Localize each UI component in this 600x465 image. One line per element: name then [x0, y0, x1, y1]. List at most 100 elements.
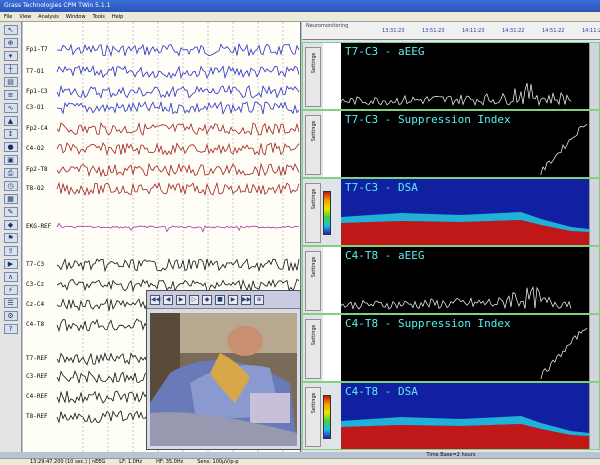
settings-button[interactable]: Settings	[305, 251, 321, 311]
menu-tools[interactable]: Tools	[93, 12, 105, 21]
trend-scrollbar[interactable]	[589, 315, 599, 381]
channel-label[interactable]: Fp1-T7	[25, 46, 49, 53]
settings-label: Settings	[311, 256, 317, 278]
channel-label[interactable]: Fp1-C3	[25, 88, 49, 95]
trend-scrollbar[interactable]	[589, 383, 599, 449]
filter-icon[interactable]: ∿	[3, 103, 18, 113]
help-icon[interactable]: ?	[3, 324, 18, 334]
status-hf: HF: 35.0Hz	[156, 459, 184, 465]
trend-panel-aeeg: Settings T7-C3 - aEEG	[302, 42, 600, 110]
menu-help[interactable]: Help	[112, 12, 123, 21]
zoom-icon[interactable]: ⊕	[3, 38, 18, 48]
dsa-colorbar	[323, 395, 331, 439]
eeg-trace	[56, 257, 300, 273]
channel-label[interactable]: C4-T8	[25, 321, 46, 328]
menu-bar: File View Analysis Window Tools Help	[0, 12, 600, 22]
channel-label[interactable]: C4-REF	[25, 393, 49, 400]
settings-label: Settings	[311, 324, 317, 346]
channel-label[interactable]: T7-O1	[25, 68, 46, 75]
trend-plot[interactable]: C4-T8 - DSA	[341, 383, 589, 449]
trend-scrollbar[interactable]	[589, 247, 599, 313]
time-tick-label: 13:31:23	[382, 28, 405, 34]
eeg-trace	[56, 42, 300, 58]
trend-panel-dsa: Settings T7-C3 - DSA	[302, 178, 600, 246]
marker-icon[interactable]: ▾	[3, 51, 18, 61]
montage-icon[interactable]: ≡	[3, 90, 18, 100]
channel-label[interactable]: C3-Cz	[25, 281, 46, 288]
menu-window[interactable]: Window	[66, 12, 86, 21]
print-icon[interactable]: ⎙	[3, 168, 18, 178]
ruler-icon[interactable]: ┼	[3, 64, 18, 74]
trend-scrollbar[interactable]	[589, 111, 599, 177]
settings-icon[interactable]: ⚙	[3, 311, 18, 321]
time-tick-label: 13:51:23	[422, 28, 445, 34]
spike-icon[interactable]: ∧	[3, 272, 18, 282]
scale-icon[interactable]: ↕	[3, 129, 18, 139]
video-control-button[interactable]: ⊕	[254, 294, 264, 305]
clock-icon[interactable]: ◷	[3, 181, 18, 191]
trend-plot[interactable]: C4-T8 - aEEG	[341, 247, 589, 313]
trend-panel-title: C4-T8 - aEEG	[345, 249, 425, 262]
calendar-icon[interactable]: ▦	[3, 194, 18, 204]
settings-button[interactable]: Settings	[305, 183, 321, 243]
video-control-button[interactable]: ◀	[163, 294, 173, 305]
settings-label: Settings	[311, 188, 317, 210]
channel-label[interactable]: C4-O2	[25, 145, 46, 152]
settings-button[interactable]: Settings	[305, 319, 321, 379]
settings-button[interactable]: Settings	[305, 47, 321, 107]
eeg-trace	[56, 181, 300, 197]
channel-label[interactable]: Fp2-C4	[25, 125, 49, 132]
cursor-icon[interactable]: ↖	[3, 25, 18, 35]
channel-label[interactable]: Fp2-T8	[25, 166, 49, 173]
settings-label: Settings	[311, 52, 317, 74]
channel-label[interactable]: EKG-REF	[25, 223, 53, 230]
trend-panel-si: Settings T7-C3 - Suppression Index	[302, 110, 600, 178]
settings-button[interactable]: Settings	[305, 115, 321, 175]
trend-plot[interactable]: T7-C3 - aEEG	[341, 43, 589, 109]
trend-plot[interactable]: T7-C3 - DSA	[341, 179, 589, 245]
video-window[interactable]: ◀◀ ◀ ▶ ▷ ◆ ■ ▶ ▶▶ ⊕	[146, 290, 301, 450]
video-control-button[interactable]: ◆	[202, 294, 212, 305]
event-icon[interactable]: ◆	[3, 220, 18, 230]
channel-label[interactable]: T8-O2	[25, 185, 46, 192]
video-control-button[interactable]: ▶▶	[241, 294, 251, 305]
channel-label[interactable]: Cz-C4	[25, 301, 46, 308]
channel-label[interactable]: C3-REF	[25, 373, 49, 380]
page-icon[interactable]: ▤	[3, 77, 18, 87]
video-control-button[interactable]: ▶	[228, 294, 238, 305]
menu-file[interactable]: File	[4, 12, 12, 21]
trend-scrollbar[interactable]	[589, 179, 599, 245]
record-icon[interactable]: ●	[3, 142, 18, 152]
trend-plot[interactable]: C4-T8 - Suppression Index	[341, 315, 589, 381]
eeg-trace	[56, 141, 300, 156]
channel-label[interactable]: T7-C3	[25, 261, 46, 268]
status-time: 13:29:47.200 (10 sec.) | nEEG	[30, 459, 106, 465]
channel-label[interactable]: T7-REF	[25, 355, 49, 362]
video-control-button[interactable]: ▷	[189, 294, 199, 305]
trend-window-title: Neuromonitoring	[306, 23, 349, 29]
channel-label[interactable]: C3-O1	[25, 104, 46, 111]
settings-button[interactable]: Settings	[305, 387, 321, 447]
video-icon[interactable]: ▣	[3, 155, 18, 165]
channel-label[interactable]: T8-REF	[25, 413, 49, 420]
trend-scrollbar[interactable]	[589, 43, 599, 109]
eeg-trace	[56, 162, 300, 178]
video-control-button[interactable]: ▶	[176, 294, 186, 305]
window-title: Grass Technologies CPM TWin 5.1.1	[4, 2, 111, 9]
menu-analysis[interactable]: Analysis	[38, 12, 59, 21]
video-control-button[interactable]: ◀◀	[150, 294, 160, 305]
notes-icon[interactable]: ✎	[3, 207, 18, 217]
trend-plot[interactable]: T7-C3 - Suppression Index	[341, 111, 589, 177]
video-control-button[interactable]: ■	[215, 294, 225, 305]
menu-view[interactable]: View	[19, 12, 31, 21]
time-tick-label: 14:51:22	[542, 28, 565, 34]
eeg-trace	[56, 100, 300, 116]
export-icon[interactable]: ⇪	[3, 246, 18, 256]
seizure-icon[interactable]: ⚡	[3, 285, 18, 295]
review-icon[interactable]: ▶	[3, 259, 18, 269]
trend-y-axis	[323, 43, 341, 109]
flag-icon[interactable]: ⚑	[3, 233, 18, 243]
gain-icon[interactable]: ▲	[3, 116, 18, 126]
report-icon[interactable]: ☰	[3, 298, 18, 308]
patient-video-image	[150, 313, 297, 446]
